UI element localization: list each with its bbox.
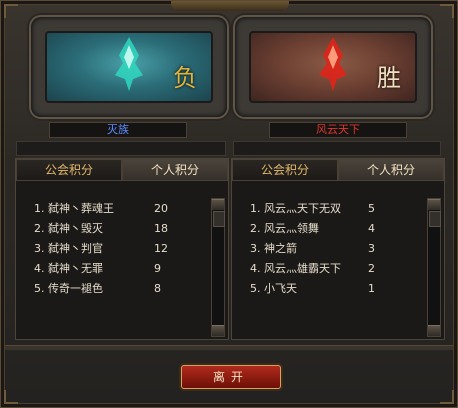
player-score: 1 [368, 282, 375, 295]
list-item: 5. 传奇一褪色 8 [16, 279, 206, 299]
player-name: 4. 风云灬雄霸天下 [250, 262, 341, 275]
right-guild-name-text: 风云天下 [316, 123, 360, 136]
player-name: 2. 风云灬领舞 [250, 222, 319, 235]
right-scrollbar[interactable] [427, 198, 441, 337]
left-guild-emblem: 负 [31, 17, 227, 117]
tab-personal-score[interactable]: 个人积分 [338, 159, 444, 181]
player-name: 3. 弑神丶判官 [34, 242, 103, 255]
list-item: 2. 弑神丶毁灭 18 [16, 219, 206, 239]
scroll-down-button[interactable] [212, 325, 224, 336]
left-scrollbar[interactable] [211, 198, 225, 337]
list-item: 4. 风云灬雄霸天下 2 [232, 259, 422, 279]
list-item: 3. 弑神丶判官 12 [16, 239, 206, 259]
list-item: 5. 小飞天 1 [232, 279, 422, 299]
scroll-thumb[interactable] [213, 211, 225, 227]
corner-ornament [4, 390, 18, 404]
list-item: 2. 风云灬领舞 4 [232, 219, 422, 239]
tab-personal-score[interactable]: 个人积分 [122, 159, 228, 181]
corner-ornament [440, 390, 454, 404]
corner-ornament [440, 4, 454, 18]
right-guild-name: 风云天下 [269, 122, 407, 138]
player-name: 2. 弑神丶毁灭 [34, 222, 103, 235]
player-score: 18 [154, 222, 168, 235]
player-name: 3. 神之箭 [250, 242, 297, 255]
player-score: 9 [154, 262, 161, 275]
list-item: 1. 弑神丶葬魂王 20 [16, 199, 206, 219]
left-score-list: 1. 弑神丶葬魂王 20 2. 弑神丶毁灭 18 3. 弑神丶判官 12 4. 弑神丶… [16, 189, 206, 299]
list-item: 3. 神之箭 3 [232, 239, 422, 259]
leave-button[interactable]: 离开 [181, 365, 281, 389]
player-name: 1. 风云灬天下无双 [250, 202, 341, 215]
player-score: 2 [368, 262, 375, 275]
list-item: 4. 弑神丶无罪 9 [16, 259, 206, 279]
left-guild-name-text: 灭族 [107, 123, 129, 136]
player-score: 8 [154, 282, 161, 295]
list-item: 1. 风云灬天下无双 5 [232, 199, 422, 219]
tab-guild-score[interactable]: 公会积分 [232, 159, 338, 181]
player-name: 5. 小飞天 [250, 282, 297, 295]
left-score-panel: 公会积分 个人积分 1. 弑神丶葬魂王 20 2. 弑神丶毁灭 18 3. 弑神丶判… [15, 158, 229, 340]
player-score: 3 [368, 242, 375, 255]
player-score: 5 [368, 202, 375, 215]
player-name: 4. 弑神丶无罪 [34, 262, 103, 275]
right-score-list: 1. 风云灬天下无双 5 2. 风云灬领舞 4 3. 神之箭 3 4. 风云灬雄霸天下… [232, 189, 422, 299]
corner-ornament [4, 4, 18, 18]
left-result-label: 负 [173, 64, 197, 92]
divider [5, 345, 453, 350]
scroll-up-button[interactable] [428, 199, 440, 210]
window-top-ornament [171, 1, 289, 11]
right-info-bar [233, 141, 441, 156]
scroll-thumb[interactable] [429, 211, 441, 227]
player-name: 5. 传奇一褪色 [34, 282, 103, 295]
player-score: 4 [368, 222, 375, 235]
teal-crest-icon [115, 37, 143, 92]
scroll-down-button[interactable] [428, 325, 440, 336]
left-guild-name: 灭族 [49, 122, 187, 138]
red-crest-icon [319, 37, 347, 92]
right-guild-emblem: 胜 [235, 17, 431, 117]
right-result-label: 胜 [377, 64, 401, 92]
player-score: 20 [154, 202, 168, 215]
player-score: 12 [154, 242, 168, 255]
scroll-up-button[interactable] [212, 199, 224, 210]
right-score-panel: 公会积分 个人积分 1. 风云灬天下无双 5 2. 风云灬领舞 4 3. 神之箭 3 … [231, 158, 445, 340]
battle-result-window: 负 胜 灭族 风云天下 公会积分 个人积分 1. 弑神丶葬魂王 20 2. 弑神丶… [0, 0, 458, 408]
tab-guild-score[interactable]: 公会积分 [16, 159, 122, 181]
player-name: 1. 弑神丶葬魂王 [34, 202, 114, 215]
left-info-bar [16, 141, 226, 156]
